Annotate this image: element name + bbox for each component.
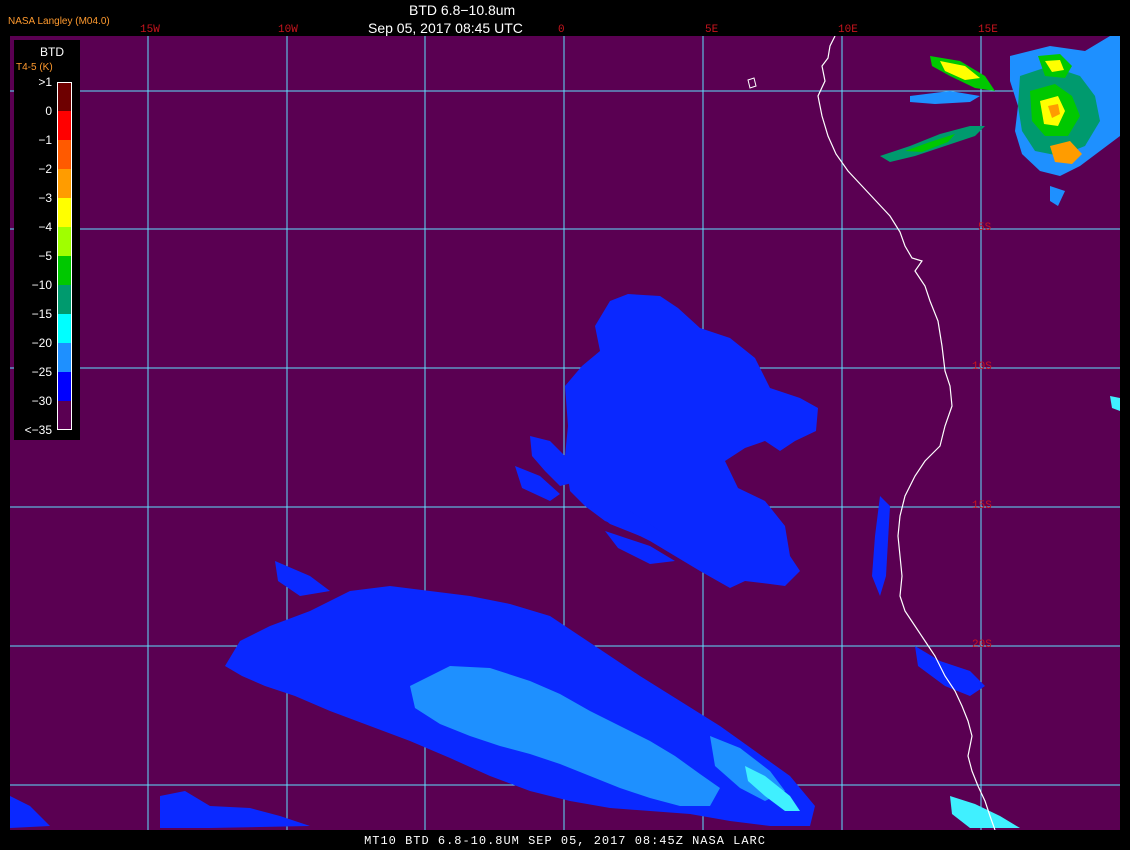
- map-panel: 5S 10S 15S 20S: [10, 36, 1120, 830]
- color-legend: BTD T4-5 (K) >1 0 −1 −2 −3 −4 −5 −10 −15 −20 −25 −3…: [14, 40, 80, 440]
- image-datetime: Sep 05, 2017 08:45 UTC: [368, 20, 523, 36]
- lon-label-0: 0: [558, 24, 565, 36]
- lon-label-10e: 10E: [838, 24, 858, 36]
- legend-tick-label: −1: [38, 133, 52, 147]
- island-outline: [747, 77, 757, 89]
- legend-title: BTD: [40, 45, 64, 59]
- legend-tick-label: −3: [38, 191, 52, 205]
- legend-tick-label: −4: [38, 220, 52, 234]
- lat-label-5s: 5S: [978, 222, 992, 234]
- legend-units: T4-5 (K): [16, 62, 53, 73]
- legend-tick-label: −5: [38, 249, 52, 263]
- legend-border: [57, 82, 72, 430]
- legend-tick-label: >1: [38, 75, 52, 89]
- legend-tick-label: −30: [31, 394, 52, 408]
- cloud-region-south: [10, 496, 985, 828]
- legend-tick-label: −15: [31, 307, 52, 321]
- org-label: NASA Langley (M04.0): [8, 16, 110, 27]
- cloud-region-northeast: [880, 36, 1120, 206]
- legend-tick-label: −25: [31, 365, 52, 379]
- lon-label-5e: 5E: [705, 24, 719, 36]
- lat-label-20s: 20S: [972, 639, 992, 651]
- lon-label-15w: 15W: [140, 24, 160, 36]
- cloud-region-cyan-streak: [745, 396, 1120, 828]
- cloud-region-central: [515, 294, 818, 588]
- legend-tick-label: −20: [31, 336, 52, 350]
- legend-tick-label: −2: [38, 162, 52, 176]
- lon-label-10w: 10W: [278, 24, 298, 36]
- legend-tick-label: −10: [31, 278, 52, 292]
- lat-label-10s: 10S: [972, 361, 992, 373]
- legend-tick-label: 0: [45, 104, 52, 118]
- lon-label-15e: 15E: [978, 24, 998, 36]
- legend-tick-label: <−35: [24, 423, 52, 437]
- satellite-image-frame: NASA Langley (M04.0) BTD 6.8−10.8um Sep …: [0, 0, 1130, 850]
- lat-label-15s: 15S: [972, 500, 992, 512]
- image-title: BTD 6.8−10.8um: [409, 2, 516, 18]
- map-canvas: [10, 36, 1120, 830]
- footer-caption: MT10 BTD 6.8-10.8UM SEP 05, 2017 08:45Z …: [364, 834, 766, 848]
